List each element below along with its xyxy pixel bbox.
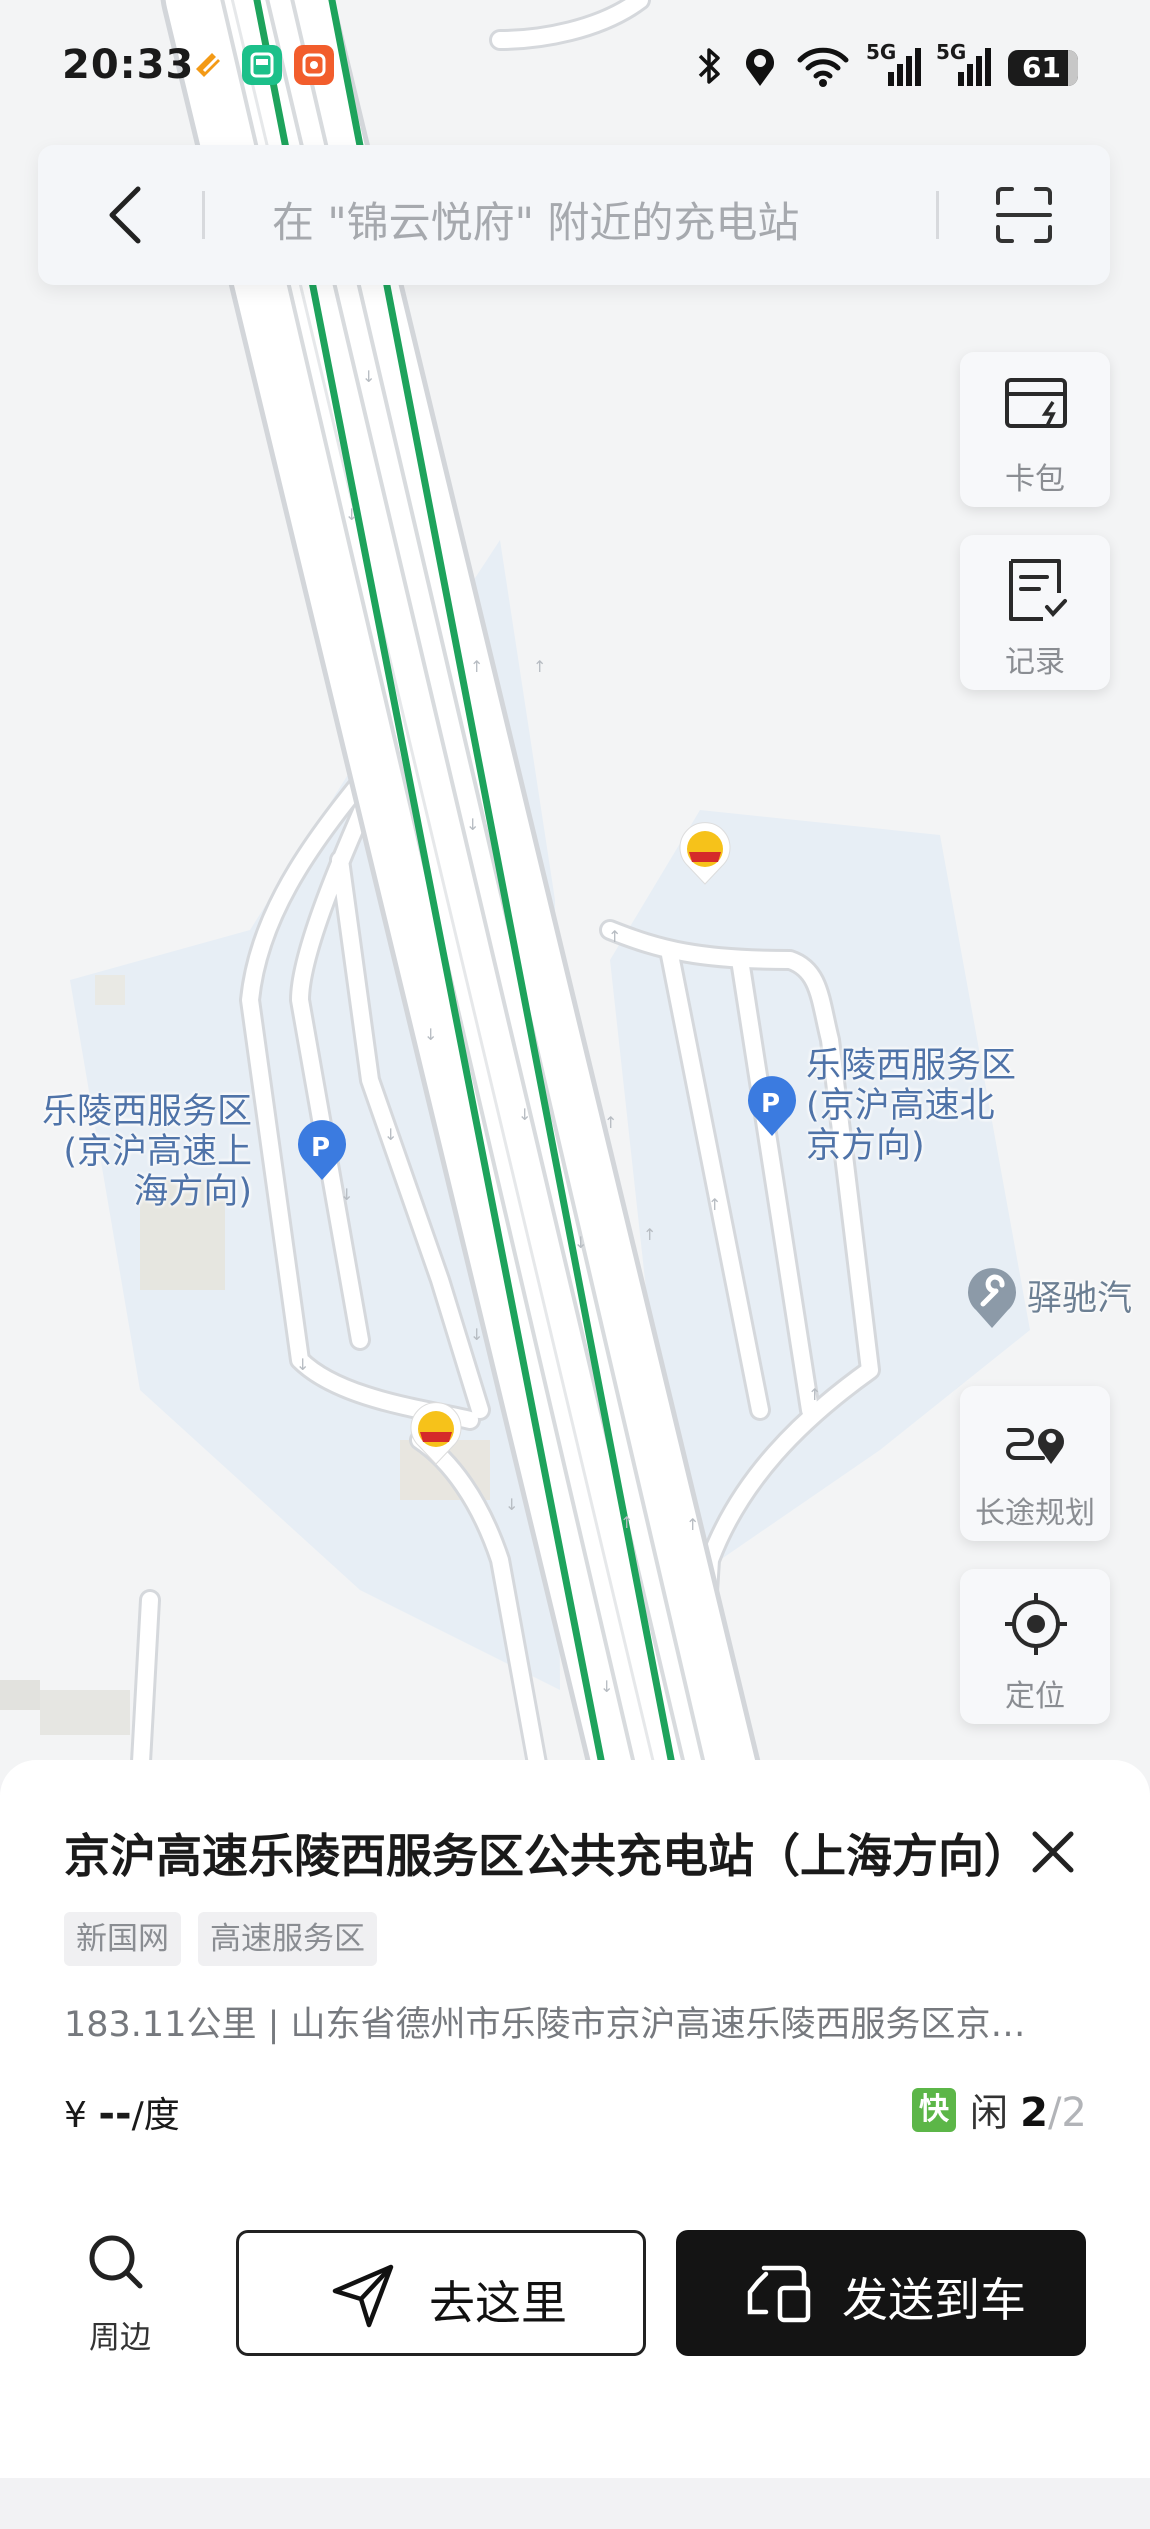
search-bar[interactable]: 在 "锦云悦府" 附近的充电站 xyxy=(38,145,1110,285)
signal-icon xyxy=(958,48,991,86)
locate-button[interactable]: 定位 xyxy=(960,1569,1110,1724)
idle-count: 闲 2/2 xyxy=(970,2082,1087,2137)
svg-text:↑: ↑ xyxy=(533,657,546,676)
search-icon xyxy=(89,2235,143,2289)
total-number: /2 xyxy=(1047,2090,1087,2136)
search-input[interactable]: 在 "锦云悦府" 附近的充电站 xyxy=(272,189,799,250)
nearby-button[interactable]: 周边 xyxy=(70,2230,170,2356)
battery-empty-part xyxy=(1068,50,1078,86)
svg-text:↓: ↓ xyxy=(345,505,358,524)
status-time: 20:33 xyxy=(62,42,195,88)
app-notification-icon xyxy=(196,53,220,77)
nearby-label: 周边 xyxy=(89,2320,151,2356)
parking-icon[interactable]: P xyxy=(746,1076,798,1138)
long-trip-label: 长途规划 xyxy=(975,1496,1095,1531)
tag-location-type: 高速服务区 xyxy=(198,1912,377,1966)
svg-text:↓: ↓ xyxy=(384,1125,397,1144)
close-icon[interactable] xyxy=(1025,1824,1081,1880)
station-title: 京沪高速乐陵西服务区公共充电站（上海方向） xyxy=(64,1829,1030,1883)
svg-text:↓: ↓ xyxy=(505,1495,518,1514)
svg-text:↓: ↓ xyxy=(362,367,375,386)
back-arrow-icon[interactable] xyxy=(100,183,156,247)
svg-text:↓: ↓ xyxy=(340,1185,353,1204)
svg-text:↑: ↑ xyxy=(604,1113,617,1132)
station-detail-sheet: 京沪高速乐陵西服务区公共充电站（上海方向） 新国网 高速服务区 183.11公里… xyxy=(0,1760,1150,2480)
svg-text:↓: ↓ xyxy=(466,815,479,834)
send-to-car-icon xyxy=(747,2265,811,2323)
poi-label-repair[interactable]: 驿驰汽 xyxy=(1027,1279,1132,1319)
station-price: ¥ --/度 xyxy=(64,2086,180,2138)
battery-level: 61 xyxy=(1022,51,1061,84)
idle-label: 闲 xyxy=(970,2091,1009,2135)
navigate-arrow-icon xyxy=(332,2264,394,2328)
tag-operator: 新国网 xyxy=(64,1912,181,1966)
svg-text:↑: ↑ xyxy=(686,1515,699,1534)
signal-icon xyxy=(888,48,921,86)
parking-icon[interactable]: P xyxy=(296,1120,348,1182)
poi-label-beijing-direction[interactable]: 乐陵西服务区 (京沪高速北 京方向) xyxy=(806,1046,1016,1166)
wallet-button[interactable]: 卡包 xyxy=(960,352,1110,507)
svg-text:P: P xyxy=(311,1133,330,1163)
svg-text:↓: ↓ xyxy=(574,1233,587,1252)
bluetooth-icon xyxy=(698,48,720,84)
locate-label: 定位 xyxy=(1005,1679,1065,1714)
wallet-label: 卡包 xyxy=(1005,462,1065,497)
status-bar: 20:33 5G 5G 61 xyxy=(0,0,1150,130)
station-address[interactable]: 183.11公里 | 山东省德州市乐陵市京沪高速乐陵西服务区京… xyxy=(64,1996,1084,2047)
svg-text:↑: ↑ xyxy=(470,657,483,676)
idle-number: 2 xyxy=(1020,2090,1048,2136)
svg-text:↑: ↑ xyxy=(608,927,621,946)
svg-text:↓: ↓ xyxy=(600,1677,613,1696)
send-to-car-label: 发送到车 xyxy=(842,2273,1026,2327)
go-here-button[interactable]: 去这里 xyxy=(236,2230,646,2356)
wrench-icon[interactable] xyxy=(966,1268,1018,1330)
route-plan-icon xyxy=(1006,1428,1064,1464)
records-button[interactable]: 记录 xyxy=(960,535,1110,690)
scan-icon[interactable] xyxy=(994,185,1054,245)
svg-text:↑: ↑ xyxy=(643,1225,656,1244)
location-icon xyxy=(746,48,774,86)
price-value: -- xyxy=(98,2091,132,2137)
gas-station-icon[interactable] xyxy=(678,822,732,886)
records-icon xyxy=(1009,559,1067,621)
shopping-app-icon xyxy=(294,45,334,85)
battery-indicator: 61 xyxy=(1008,50,1078,86)
price-unit: /度 xyxy=(131,2095,180,2136)
fast-charge-badge: 快 xyxy=(912,2088,956,2132)
svg-text:↑: ↑ xyxy=(708,1195,721,1214)
svg-text:P: P xyxy=(761,1089,780,1119)
svg-text:↓: ↓ xyxy=(470,1325,483,1344)
locate-icon xyxy=(1005,1593,1067,1655)
bottom-strip xyxy=(0,2478,1150,2529)
svg-text:↑: ↑ xyxy=(808,1385,821,1404)
divider xyxy=(202,191,205,239)
svg-text:↓: ↓ xyxy=(296,1355,309,1374)
gas-station-icon[interactable] xyxy=(409,1402,463,1466)
send-to-car-button[interactable]: 发送到车 xyxy=(676,2230,1086,2356)
records-label: 记录 xyxy=(1005,645,1065,680)
poi-label-shanghai-direction[interactable]: 乐陵西服务区 (京沪高速上 海方向) xyxy=(42,1092,252,1212)
divider xyxy=(936,191,939,239)
svg-text:↑: ↑ xyxy=(620,1513,633,1532)
wifi-icon xyxy=(797,47,849,87)
card-wallet-icon xyxy=(1005,378,1067,428)
currency-symbol: ¥ xyxy=(64,2095,87,2136)
home-app-icon xyxy=(242,45,282,85)
go-here-label: 去这里 xyxy=(429,2276,567,2330)
svg-text:↓: ↓ xyxy=(424,1025,437,1044)
svg-text:↓: ↓ xyxy=(518,1105,531,1124)
long-trip-button[interactable]: 长途规划 xyxy=(960,1386,1110,1541)
